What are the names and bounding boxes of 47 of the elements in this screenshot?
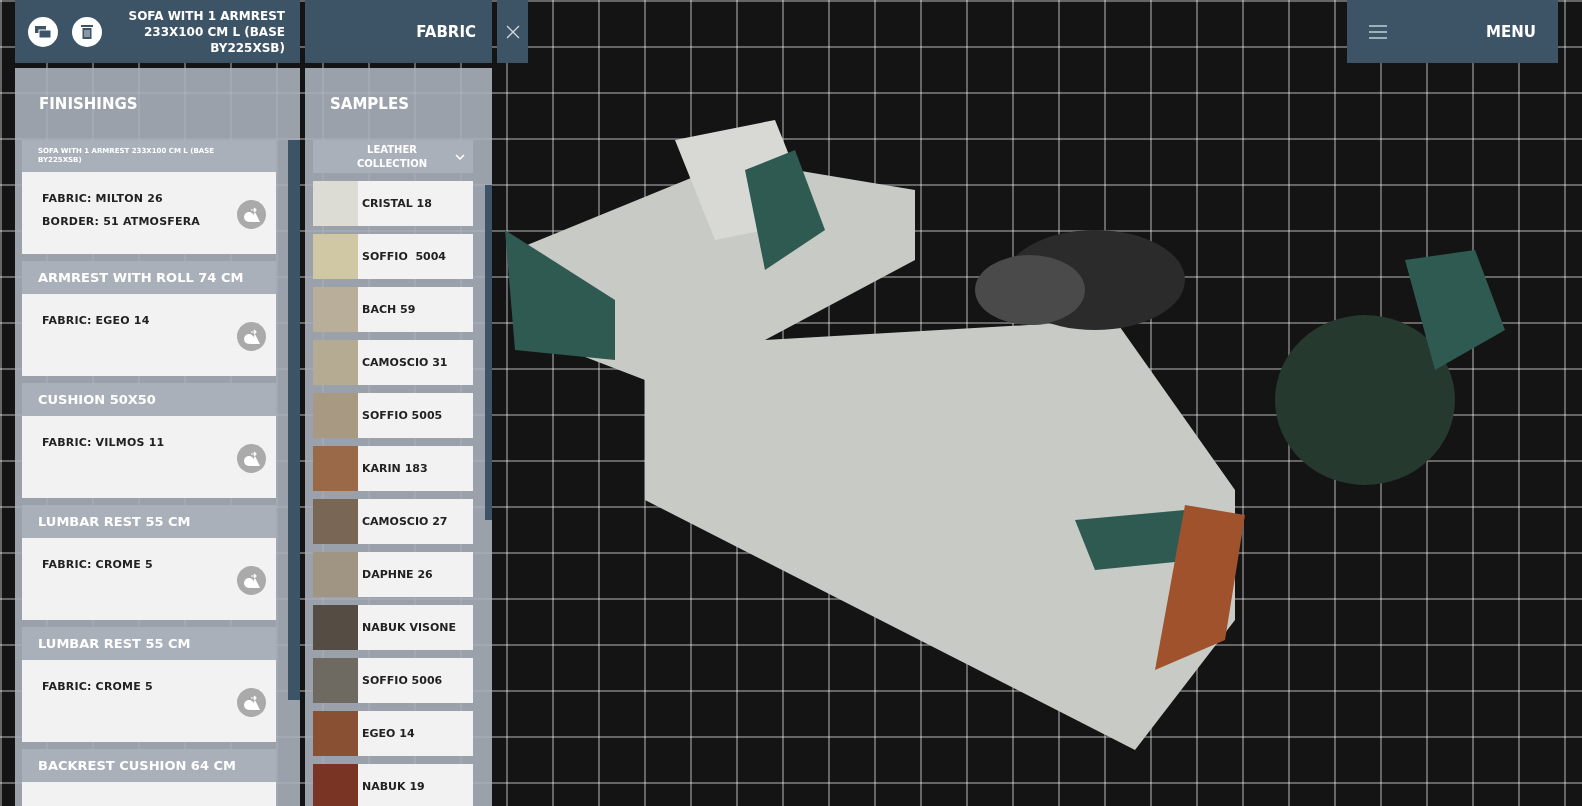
product-title: SOFA WITH 1 ARMREST 233X100 CM L (BASE BY225XSB) (127, 7, 285, 56)
sample-item[interactable]: CAMOSCIO 31 (313, 340, 473, 385)
sample-item[interactable]: KARIN 183 (313, 446, 473, 491)
sample-item[interactable]: DAPHNE 26 (313, 552, 473, 597)
finish-label: FABRIC: VILMOS 11 (42, 436, 166, 449)
finishing-header: ARMREST WITH ROLL 74 CM (22, 261, 276, 294)
scrollbar-thumb[interactable] (288, 140, 300, 700)
sample-item[interactable]: BACH 59 (313, 287, 473, 332)
sample-item[interactable]: NABUK 19 (313, 764, 473, 806)
finishing-header: CUSHION 50X50 (22, 383, 276, 416)
change-finish-button[interactable] (237, 322, 266, 351)
section-title: FABRIC (305, 0, 492, 63)
finish-label: FABRIC: MILTON 26 (42, 192, 164, 205)
finish-label: FABRIC: CROME 5 (42, 558, 154, 571)
shapes-icon (242, 450, 261, 467)
swap-button[interactable] (28, 16, 58, 47)
finishing-header: LUMBAR REST 55 CM (22, 627, 276, 660)
chevron-down-icon (455, 153, 465, 160)
shapes-icon (242, 328, 261, 345)
sample-item[interactable]: CRISTAL 18 (313, 181, 473, 226)
sample-item[interactable]: EGEO 14 (313, 711, 473, 756)
shapes-icon (242, 572, 261, 589)
finish-label: BORDER: 51 ATMOSFERA (42, 215, 202, 228)
panel-title: SAMPLES (329, 94, 410, 115)
sample-item[interactable]: NABUK VISONE (313, 605, 473, 650)
change-finish-button[interactable] (237, 688, 266, 717)
shapes-icon (242, 694, 261, 711)
finishing-header: LUMBAR REST 55 CM (22, 505, 276, 538)
change-finish-button[interactable] (237, 566, 266, 595)
finish-label: FABRIC: EGEO 14 (42, 314, 151, 327)
delete-button[interactable] (72, 16, 102, 47)
sample-item[interactable]: SOFFIO 5005 (313, 393, 473, 438)
finishing-header: BACKREST CUSHION 64 CM (22, 749, 276, 782)
panel-title: FINISHINGS (38, 94, 139, 115)
menu-icon (1369, 24, 1387, 39)
sample-item[interactable]: SOFFIO 5006 (313, 658, 473, 703)
close-button[interactable] (497, 0, 528, 63)
menu-button[interactable]: MENU (1347, 0, 1558, 63)
finish-label: FABRIC: CROME 5 (42, 680, 154, 693)
swap-icon (34, 24, 52, 39)
close-icon (505, 24, 520, 39)
shapes-icon (242, 206, 261, 223)
change-finish-button[interactable] (237, 200, 266, 229)
sample-item[interactable]: SOFFIO 5004 (313, 234, 473, 279)
change-finish-button[interactable] (237, 444, 266, 473)
sample-item[interactable]: CAMOSCIO 27 (313, 499, 473, 544)
trash-icon (81, 24, 93, 39)
